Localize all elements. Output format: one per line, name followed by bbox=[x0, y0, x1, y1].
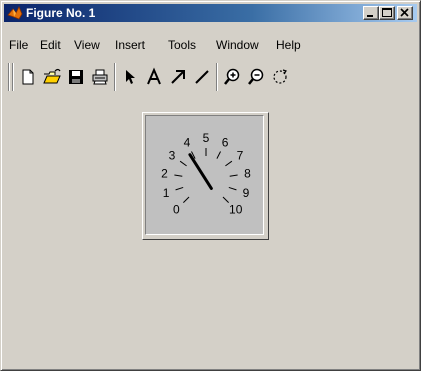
arrow-icon bbox=[171, 70, 185, 84]
gauge-tick bbox=[222, 196, 229, 203]
insert-line-button[interactable] bbox=[192, 67, 212, 87]
arrow-select-icon bbox=[126, 70, 135, 84]
gauge-label: 3 bbox=[169, 148, 176, 162]
gauge-tick bbox=[228, 186, 237, 191]
menu-file[interactable]: File bbox=[9, 38, 28, 52]
gauge-tick bbox=[179, 160, 187, 167]
gauge-label: 0 bbox=[173, 203, 180, 217]
zoom-in-button[interactable] bbox=[222, 67, 242, 87]
close-button[interactable] bbox=[397, 6, 413, 20]
close-icon bbox=[400, 8, 409, 17]
gauge-tick bbox=[183, 196, 190, 203]
menu-view[interactable]: View bbox=[74, 38, 100, 52]
gauge-tick bbox=[174, 174, 183, 177]
open-button[interactable] bbox=[42, 67, 62, 87]
gauge-label: 6 bbox=[222, 136, 229, 150]
gauge-label: 1 bbox=[163, 186, 170, 200]
menu-edit[interactable]: Edit bbox=[40, 38, 61, 52]
rotate-button[interactable] bbox=[270, 67, 290, 87]
insert-text-button[interactable] bbox=[144, 67, 164, 87]
zoom-out-button[interactable] bbox=[246, 67, 266, 87]
toolbar-grip bbox=[8, 63, 10, 91]
toolbar-separator bbox=[216, 63, 218, 91]
minimize-button[interactable] bbox=[363, 6, 379, 20]
menu-tools[interactable]: Tools bbox=[168, 38, 196, 52]
maximize-icon bbox=[382, 8, 392, 17]
matlab-icon bbox=[7, 6, 23, 20]
gauge-label: 8 bbox=[244, 166, 251, 180]
title-bar[interactable]: Figure No. 1 bbox=[4, 4, 417, 22]
menu-bar: File Edit View Insert Tools Window Help bbox=[4, 37, 417, 55]
gauge-label: 7 bbox=[237, 148, 244, 162]
zoom-out-icon bbox=[248, 68, 264, 85]
gauge-tick bbox=[175, 186, 184, 191]
insert-arrow-button[interactable] bbox=[168, 67, 188, 87]
gauge-frame: 0 1 2 3 4 5 6 7 8 9 10 bbox=[142, 112, 269, 240]
gauge-label: 10 bbox=[229, 203, 243, 217]
figure-window: Figure No. 1 File Edit View Insert Tools… bbox=[0, 0, 421, 371]
gauge-dial: 01 234 5 678 910 bbox=[161, 131, 251, 217]
gauge-tick bbox=[225, 160, 233, 167]
text-icon bbox=[147, 67, 161, 85]
new-file-icon bbox=[22, 69, 34, 85]
gauge-tick bbox=[229, 174, 238, 177]
select-button[interactable] bbox=[120, 67, 140, 87]
new-file-button[interactable] bbox=[18, 67, 38, 87]
gauge-tick bbox=[216, 151, 221, 159]
rotate-icon bbox=[273, 69, 287, 84]
gauge-label: 9 bbox=[243, 186, 250, 200]
gauge-face: 0 1 2 3 4 5 6 7 8 9 10 bbox=[145, 115, 264, 235]
open-folder-icon bbox=[43, 68, 61, 84]
gauge-label: 5 bbox=[203, 131, 210, 145]
menu-window[interactable]: Window bbox=[216, 38, 259, 52]
gauge-label: 4 bbox=[184, 136, 191, 150]
print-icon bbox=[92, 69, 108, 85]
gauge-needle[interactable] bbox=[188, 153, 213, 190]
save-icon bbox=[69, 70, 83, 84]
gauge-label: 2 bbox=[161, 166, 168, 180]
maximize-button[interactable] bbox=[379, 6, 395, 20]
print-button[interactable] bbox=[90, 67, 110, 87]
toolbar bbox=[4, 59, 417, 95]
toolbar-separator bbox=[114, 63, 116, 91]
minimize-icon bbox=[367, 15, 373, 17]
line-icon bbox=[195, 70, 209, 84]
zoom-in-icon bbox=[224, 68, 240, 85]
window-title: Figure No. 1 bbox=[26, 6, 96, 20]
toolbar-grip bbox=[12, 63, 14, 91]
menu-help[interactable]: Help bbox=[276, 38, 301, 52]
save-button[interactable] bbox=[66, 67, 86, 87]
menu-insert[interactable]: Insert bbox=[115, 38, 145, 52]
